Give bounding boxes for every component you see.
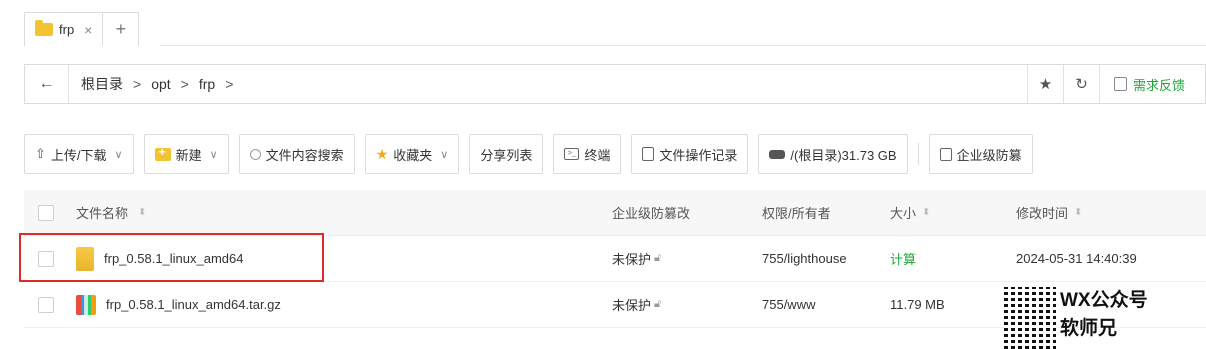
breadcrumb-frp[interactable]: frp bbox=[199, 76, 215, 92]
toolbar-divider bbox=[917, 143, 919, 165]
disk-icon bbox=[769, 149, 786, 159]
chevron-right-icon[interactable]: > bbox=[133, 76, 141, 92]
oplog-label: 文件操作记录 bbox=[659, 147, 738, 163]
new-label: 新建 bbox=[175, 147, 202, 163]
refresh-icon[interactable]: ↻ bbox=[1062, 65, 1099, 103]
chevron-right-icon[interactable]: > bbox=[181, 76, 189, 92]
breadcrumb-opt[interactable]: opt bbox=[151, 76, 170, 92]
terminal-label: 终端 bbox=[584, 147, 611, 163]
tab-bar: frp × + bbox=[24, 12, 140, 46]
archive-icon bbox=[76, 294, 96, 315]
feedback-label: 需求反馈 bbox=[1132, 77, 1185, 93]
row-checkbox[interactable] bbox=[38, 296, 54, 313]
add-tab-button[interactable]: + bbox=[103, 12, 140, 46]
protect-status: 未保护 bbox=[612, 298, 652, 313]
back-button[interactable]: ← bbox=[25, 65, 69, 103]
terminal-icon: >_ bbox=[564, 148, 580, 160]
watermark: WX公众号 软师兄 bbox=[1004, 287, 1148, 349]
upload-download-button[interactable]: ⇧ 上传/下载 ∨ bbox=[24, 134, 134, 174]
terminal-button[interactable]: >_ 终端 bbox=[553, 134, 622, 174]
share-label: 分享列表 bbox=[480, 147, 533, 163]
breadcrumb-root[interactable]: 根目录 bbox=[81, 74, 123, 94]
unlock-icon[interactable]: 🔓︎ bbox=[654, 298, 661, 311]
share-list-button[interactable]: 分享列表 bbox=[469, 134, 544, 174]
permission[interactable]: 755/www bbox=[762, 297, 815, 312]
antitamper-label: 企业级防篡 bbox=[956, 147, 1022, 163]
folder-icon bbox=[35, 20, 53, 36]
content-search-button[interactable]: 文件内容搜索 bbox=[238, 134, 355, 174]
qr-code bbox=[1004, 287, 1056, 349]
breadcrumb: 根目录 > opt > frp > bbox=[69, 74, 1027, 94]
watermark-line2: 软师兄 bbox=[1060, 318, 1118, 339]
shield-icon bbox=[939, 147, 952, 161]
protect-status: 未保护 bbox=[612, 252, 652, 267]
feedback-button[interactable]: 需求反馈 bbox=[1098, 65, 1205, 103]
sort-icon[interactable]: ⬍ bbox=[1074, 207, 1082, 218]
log-icon bbox=[642, 147, 655, 161]
upload-icon: ⇧ bbox=[35, 146, 46, 161]
highlight-box bbox=[19, 233, 324, 282]
search-label: 文件内容搜索 bbox=[265, 147, 344, 163]
tab-divider bbox=[160, 45, 1206, 46]
header-protect: 企业级防篡改 bbox=[612, 206, 691, 221]
select-all-checkbox[interactable] bbox=[38, 204, 54, 221]
permission[interactable]: 755/lighthouse bbox=[762, 251, 847, 266]
modified-time: 2024-05-31 14:40:39 bbox=[1016, 251, 1137, 266]
tab-label: frp bbox=[59, 22, 75, 37]
tab-frp[interactable]: frp × bbox=[24, 12, 104, 46]
favorites-label: 收藏夹 bbox=[393, 147, 433, 163]
unlock-icon[interactable]: 🔓︎ bbox=[654, 252, 661, 265]
toolbar: ⇧ 上传/下载 ∨ 新建 ∨ 文件内容搜索 ★ 收藏夹 ∨ 分享列表 >_ 终端… bbox=[24, 134, 1206, 174]
chevron-down-icon: ∨ bbox=[209, 148, 218, 161]
calculate-size-link[interactable]: 计算 bbox=[890, 249, 916, 268]
star-icon[interactable]: ★ bbox=[1026, 65, 1063, 103]
header-modified[interactable]: 修改时间 bbox=[1016, 203, 1068, 222]
anti-tamper-button[interactable]: 企业级防篡 bbox=[928, 134, 1033, 174]
chevron-down-icon: ∨ bbox=[440, 148, 449, 161]
watermark-line1: WX公众号 bbox=[1060, 290, 1148, 311]
file-name[interactable]: frp_0.58.1_linux_amd64.tar.gz bbox=[106, 297, 281, 312]
new-button[interactable]: 新建 ∨ bbox=[143, 134, 229, 174]
sort-icon[interactable]: ⬍ bbox=[138, 207, 146, 218]
upload-label: 上传/下载 bbox=[50, 147, 107, 163]
header-name[interactable]: 文件名称 bbox=[76, 203, 128, 222]
file-size: 11.79 MB bbox=[890, 297, 945, 312]
feedback-icon bbox=[1113, 77, 1127, 91]
search-icon bbox=[249, 148, 261, 160]
header-perm: 权限/所有者 bbox=[762, 206, 831, 221]
favorites-button[interactable]: ★ 收藏夹 ∨ bbox=[364, 134, 460, 174]
chevron-right-icon[interactable]: > bbox=[225, 76, 233, 92]
star-icon: ★ bbox=[375, 145, 389, 162]
close-icon[interactable]: × bbox=[84, 22, 92, 38]
chevron-down-icon: ∨ bbox=[114, 148, 123, 161]
operation-log-button[interactable]: 文件操作记录 bbox=[631, 134, 749, 174]
new-folder-icon bbox=[154, 145, 171, 161]
disk-label: /(根目录)31.73 GB bbox=[790, 147, 897, 163]
sort-icon[interactable]: ⬍ bbox=[922, 207, 930, 218]
address-bar: ← 根目录 > opt > frp > ★ ↻ 需求反馈 bbox=[24, 64, 1206, 104]
disk-button[interactable]: /(根目录)31.73 GB bbox=[758, 134, 908, 174]
table-header: 文件名称 ⬍ 企业级防篡改 权限/所有者 大小 ⬍ 修改时间 ⬍ bbox=[24, 190, 1206, 236]
header-size[interactable]: 大小 bbox=[890, 203, 916, 222]
